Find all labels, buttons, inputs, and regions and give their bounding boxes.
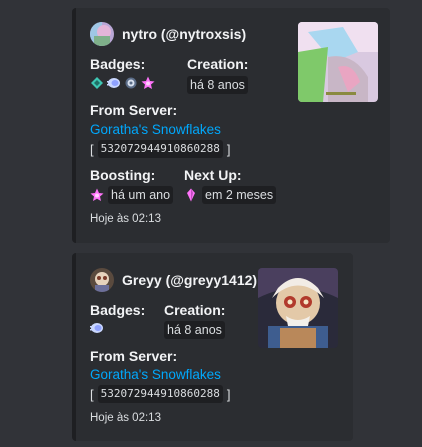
boost-gem-icon <box>187 188 195 202</box>
creation-title: Creation: <box>164 302 226 318</box>
nitro-icon[interactable] <box>107 76 121 90</box>
server-id: 532072944910860288 <box>97 385 223 403</box>
badges-list <box>90 321 104 335</box>
server-id-open-bracket: [ <box>90 141 94 157</box>
creation-value: há 8 anos <box>187 76 248 94</box>
server-id: 532072944910860288 <box>97 140 223 158</box>
server-boost-icon[interactable] <box>141 76 155 90</box>
creation-row: há 8 anos <box>187 76 248 94</box>
author-name[interactable]: nytro (@nytroxsis) <box>122 26 246 42</box>
user-banner-thumbnail[interactable] <box>298 22 378 102</box>
user-avatar[interactable] <box>90 268 114 292</box>
creation-value: há 8 anos <box>164 321 225 339</box>
creation-row: há 8 anos <box>164 321 225 339</box>
boosting-row: há um ano <box>90 186 174 204</box>
server-link[interactable]: Goratha's Snowflakes <box>90 122 221 137</box>
embed-author: nytro (@nytroxsis) <box>90 22 246 46</box>
server-id-close-bracket: ] <box>226 386 231 402</box>
server-id-row: [ 532072944910860288 ] <box>90 385 230 403</box>
user-banner-thumbnail[interactable] <box>258 268 338 348</box>
author-name[interactable]: Greyy (@greyy1412) <box>122 272 257 288</box>
server-title: From Server: <box>90 348 178 364</box>
nitro-icon[interactable] <box>90 321 104 335</box>
badges-title: Badges: <box>90 56 146 72</box>
user-avatar[interactable] <box>90 22 114 46</box>
server-id-open-bracket: [ <box>90 386 94 402</box>
nextup-row: em 2 meses <box>184 186 277 204</box>
quest-icon[interactable] <box>124 76 138 90</box>
embed-author: Greyy (@greyy1412) <box>90 268 257 292</box>
creation-title: Creation: <box>187 56 249 72</box>
badges-title: Badges: <box>90 302 146 318</box>
server-title: From Server: <box>90 102 178 118</box>
server-link[interactable]: Goratha's Snowflakes <box>90 367 221 382</box>
nextup-title: Next Up: <box>184 167 242 183</box>
nextup-value: em 2 meses <box>202 186 277 204</box>
boosting-value: há um ano <box>108 186 174 204</box>
server-boost-icon <box>90 188 104 201</box>
server-id-row: [ 532072944910860288 ] <box>90 140 230 158</box>
server-id-close-bracket: ] <box>226 141 231 157</box>
badges-list <box>90 76 155 90</box>
hypesquad-balance-icon[interactable] <box>90 76 104 90</box>
boosting-title: Boosting: <box>90 167 156 183</box>
embed-timestamp: Hoje às 02:13 <box>90 213 161 225</box>
embed-timestamp: Hoje às 02:13 <box>90 412 161 424</box>
user-info-embed: nytro (@nytroxsis) Badges: Creation: há … <box>72 8 390 243</box>
user-info-embed: Greyy (@greyy1412) Badges: Creation: há … <box>72 253 353 441</box>
